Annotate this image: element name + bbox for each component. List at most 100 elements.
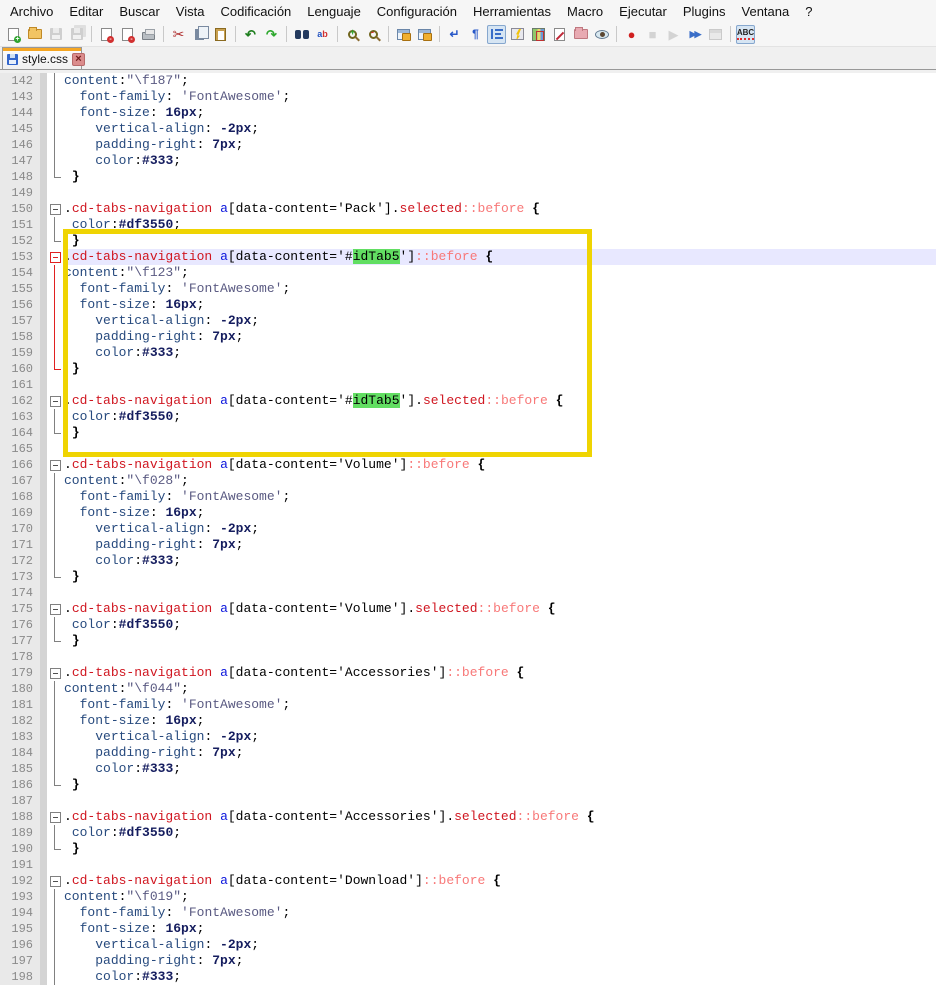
- code-line-157[interactable]: 157 vertical-align: -2px;: [0, 313, 936, 329]
- code-line-185[interactable]: 185 color:#333;: [0, 761, 936, 777]
- code-line-144[interactable]: 144 font-size: 16px;: [0, 105, 936, 121]
- code-line-194[interactable]: 194 font-family: 'FontAwesome';: [0, 905, 936, 921]
- code-line-159[interactable]: 159 color:#333;: [0, 345, 936, 361]
- fold-collapse-icon[interactable]: [47, 665, 63, 681]
- code-line-151[interactable]: 151 color:#df3550;: [0, 217, 936, 233]
- code-line-146[interactable]: 146 padding-right: 7px;: [0, 137, 936, 153]
- code-line-142[interactable]: 142content:"\f187";: [0, 73, 936, 89]
- menu-vista[interactable]: Vista: [168, 1, 213, 22]
- code-line-195[interactable]: 195 font-size: 16px;: [0, 921, 936, 937]
- code-line-177[interactable]: 177 }: [0, 633, 936, 649]
- code-line-175[interactable]: 175.cd-tabs-navigation a[data-content='V…: [0, 601, 936, 617]
- redo-icon[interactable]: ↷: [262, 25, 281, 44]
- print-icon[interactable]: [139, 25, 158, 44]
- code-line-184[interactable]: 184 padding-right: 7px;: [0, 745, 936, 761]
- replace-icon[interactable]: ab: [313, 25, 332, 44]
- code-line-160[interactable]: 160 }: [0, 361, 936, 377]
- menu-buscar[interactable]: Buscar: [111, 1, 167, 22]
- zoom-in-icon[interactable]: +: [343, 25, 362, 44]
- code-line-149[interactable]: 149: [0, 185, 936, 201]
- spell-check-icon[interactable]: ABC: [736, 25, 755, 44]
- folder-as-workspace-icon[interactable]: [571, 25, 590, 44]
- code-line-186[interactable]: 186 }: [0, 777, 936, 793]
- code-line-182[interactable]: 182 font-size: 16px;: [0, 713, 936, 729]
- tab-style-css[interactable]: style.css ×: [2, 47, 82, 70]
- code-line-176[interactable]: 176 color:#df3550;: [0, 617, 936, 633]
- cut-icon[interactable]: ✂: [169, 25, 188, 44]
- macro-stop-icon[interactable]: ■: [643, 25, 662, 44]
- code-line-158[interactable]: 158 padding-right: 7px;: [0, 329, 936, 345]
- code-line-198[interactable]: 198 color:#333;: [0, 969, 936, 985]
- close-tab-icon[interactable]: ×: [72, 53, 85, 66]
- macro-play-icon[interactable]: ▶: [664, 25, 683, 44]
- fold-collapse-icon[interactable]: [47, 873, 63, 889]
- code-line-190[interactable]: 190 }: [0, 841, 936, 857]
- code-editor[interactable]: 142content:"\f187";143 font-family: 'Fon…: [0, 73, 936, 985]
- macro-save-icon[interactable]: [706, 25, 725, 44]
- save-all-icon[interactable]: [67, 25, 86, 44]
- code-line-193[interactable]: 193content:"\f019";: [0, 889, 936, 905]
- code-line-197[interactable]: 197 padding-right: 7px;: [0, 953, 936, 969]
- close-all-files-icon[interactable]: -: [118, 25, 137, 44]
- synchronize-vertical-icon[interactable]: [394, 25, 413, 44]
- macro-record-icon[interactable]: ●: [622, 25, 641, 44]
- synchronize-horizontal-icon[interactable]: [415, 25, 434, 44]
- code-line-154[interactable]: 154content:"\f123";: [0, 265, 936, 281]
- code-line-143[interactable]: 143 font-family: 'FontAwesome';: [0, 89, 936, 105]
- code-line-173[interactable]: 173 }: [0, 569, 936, 585]
- save-file-icon[interactable]: [46, 25, 65, 44]
- code-line-153[interactable]: 153.cd-tabs-navigation a[data-content='#…: [0, 249, 936, 265]
- code-line-156[interactable]: 156 font-size: 16px;: [0, 297, 936, 313]
- code-line-174[interactable]: 174: [0, 585, 936, 601]
- code-line-167[interactable]: 167content:"\f028";: [0, 473, 936, 489]
- code-line-165[interactable]: 165: [0, 441, 936, 457]
- code-line-192[interactable]: 192.cd-tabs-navigation a[data-content='D…: [0, 873, 936, 889]
- code-line-148[interactable]: 148 }: [0, 169, 936, 185]
- code-line-169[interactable]: 169 font-size: 16px;: [0, 505, 936, 521]
- code-line-178[interactable]: 178: [0, 649, 936, 665]
- fold-collapse-icon[interactable]: [47, 249, 63, 265]
- menu-lenguaje[interactable]: Lenguaje: [299, 1, 369, 22]
- code-line-170[interactable]: 170 vertical-align: -2px;: [0, 521, 936, 537]
- menu-configuracin[interactable]: Configuración: [369, 1, 465, 22]
- close-file-icon[interactable]: -: [97, 25, 116, 44]
- macro-run-multiple-icon[interactable]: ▶▶: [685, 25, 704, 44]
- menu-ejecutar[interactable]: Ejecutar: [611, 1, 675, 22]
- code-line-187[interactable]: 187: [0, 793, 936, 809]
- fold-collapse-icon[interactable]: [47, 601, 63, 617]
- code-line-168[interactable]: 168 font-family: 'FontAwesome';: [0, 489, 936, 505]
- undo-icon[interactable]: ↶: [241, 25, 260, 44]
- menu-herramientas[interactable]: Herramientas: [465, 1, 559, 22]
- code-line-172[interactable]: 172 color:#333;: [0, 553, 936, 569]
- document-map-icon[interactable]: [529, 25, 548, 44]
- menu-codificacin[interactable]: Codificación: [212, 1, 299, 22]
- fold-collapse-icon[interactable]: [47, 809, 63, 825]
- code-line-183[interactable]: 183 vertical-align: -2px;: [0, 729, 936, 745]
- paste-icon[interactable]: [211, 25, 230, 44]
- code-line-150[interactable]: 150.cd-tabs-navigation a[data-content='P…: [0, 201, 936, 217]
- code-line-189[interactable]: 189 color:#df3550;: [0, 825, 936, 841]
- show-all-characters-icon[interactable]: ¶: [466, 25, 485, 44]
- show-indent-guide-icon[interactable]: [487, 25, 506, 44]
- code-line-162[interactable]: 162.cd-tabs-navigation a[data-content='#…: [0, 393, 936, 409]
- fold-collapse-icon[interactable]: [47, 457, 63, 473]
- code-line-181[interactable]: 181 font-family: 'FontAwesome';: [0, 697, 936, 713]
- copy-icon[interactable]: [190, 25, 209, 44]
- code-line-161[interactable]: 161: [0, 377, 936, 393]
- code-line-171[interactable]: 171 padding-right: 7px;: [0, 537, 936, 553]
- code-line-163[interactable]: 163 color:#df3550;: [0, 409, 936, 425]
- code-line-145[interactable]: 145 vertical-align: -2px;: [0, 121, 936, 137]
- open-file-icon[interactable]: [25, 25, 44, 44]
- code-line-180[interactable]: 180content:"\f044";: [0, 681, 936, 697]
- code-line-191[interactable]: 191: [0, 857, 936, 873]
- code-line-196[interactable]: 196 vertical-align: -2px;: [0, 937, 936, 953]
- menu-plugins[interactable]: Plugins: [675, 1, 734, 22]
- word-wrap-icon[interactable]: ↵: [445, 25, 464, 44]
- fold-collapse-icon[interactable]: [47, 393, 63, 409]
- code-line-164[interactable]: 164 }: [0, 425, 936, 441]
- code-line-152[interactable]: 152 }: [0, 233, 936, 249]
- code-line-166[interactable]: 166.cd-tabs-navigation a[data-content='V…: [0, 457, 936, 473]
- zoom-out-icon[interactable]: -: [364, 25, 383, 44]
- function-list-icon[interactable]: [550, 25, 569, 44]
- menu-macro[interactable]: Macro: [559, 1, 611, 22]
